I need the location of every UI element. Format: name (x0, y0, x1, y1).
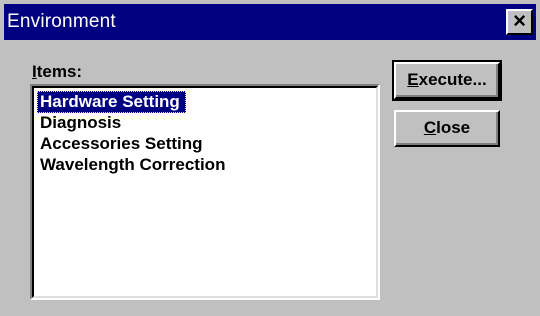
close-window-button[interactable]: × (506, 9, 533, 35)
listbox-frame: Hardware Setting Diagnosis Accessories S… (32, 86, 378, 298)
list-item-accessories-setting[interactable]: Accessories Setting (37, 133, 209, 155)
window-title: Environment (7, 11, 116, 32)
items-label: Items: (32, 62, 82, 82)
list-item-wavelength-correction[interactable]: Wavelength Correction (37, 154, 231, 176)
title-bar[interactable]: Environment × (4, 4, 536, 40)
close-button[interactable]: Close (394, 110, 500, 147)
items-label-text: Items: (32, 62, 83, 81)
list-item-diagnosis[interactable]: Diagnosis (37, 112, 127, 134)
list-item-hardware-setting[interactable]: Hardware Setting (37, 91, 186, 113)
environment-dialog: Environment × Items: Hardware Setting Di… (0, 0, 540, 316)
execute-button[interactable]: Execute... (392, 60, 502, 101)
items-listbox[interactable]: Hardware Setting Diagnosis Accessories S… (30, 84, 380, 300)
close-icon: × (513, 8, 526, 33)
